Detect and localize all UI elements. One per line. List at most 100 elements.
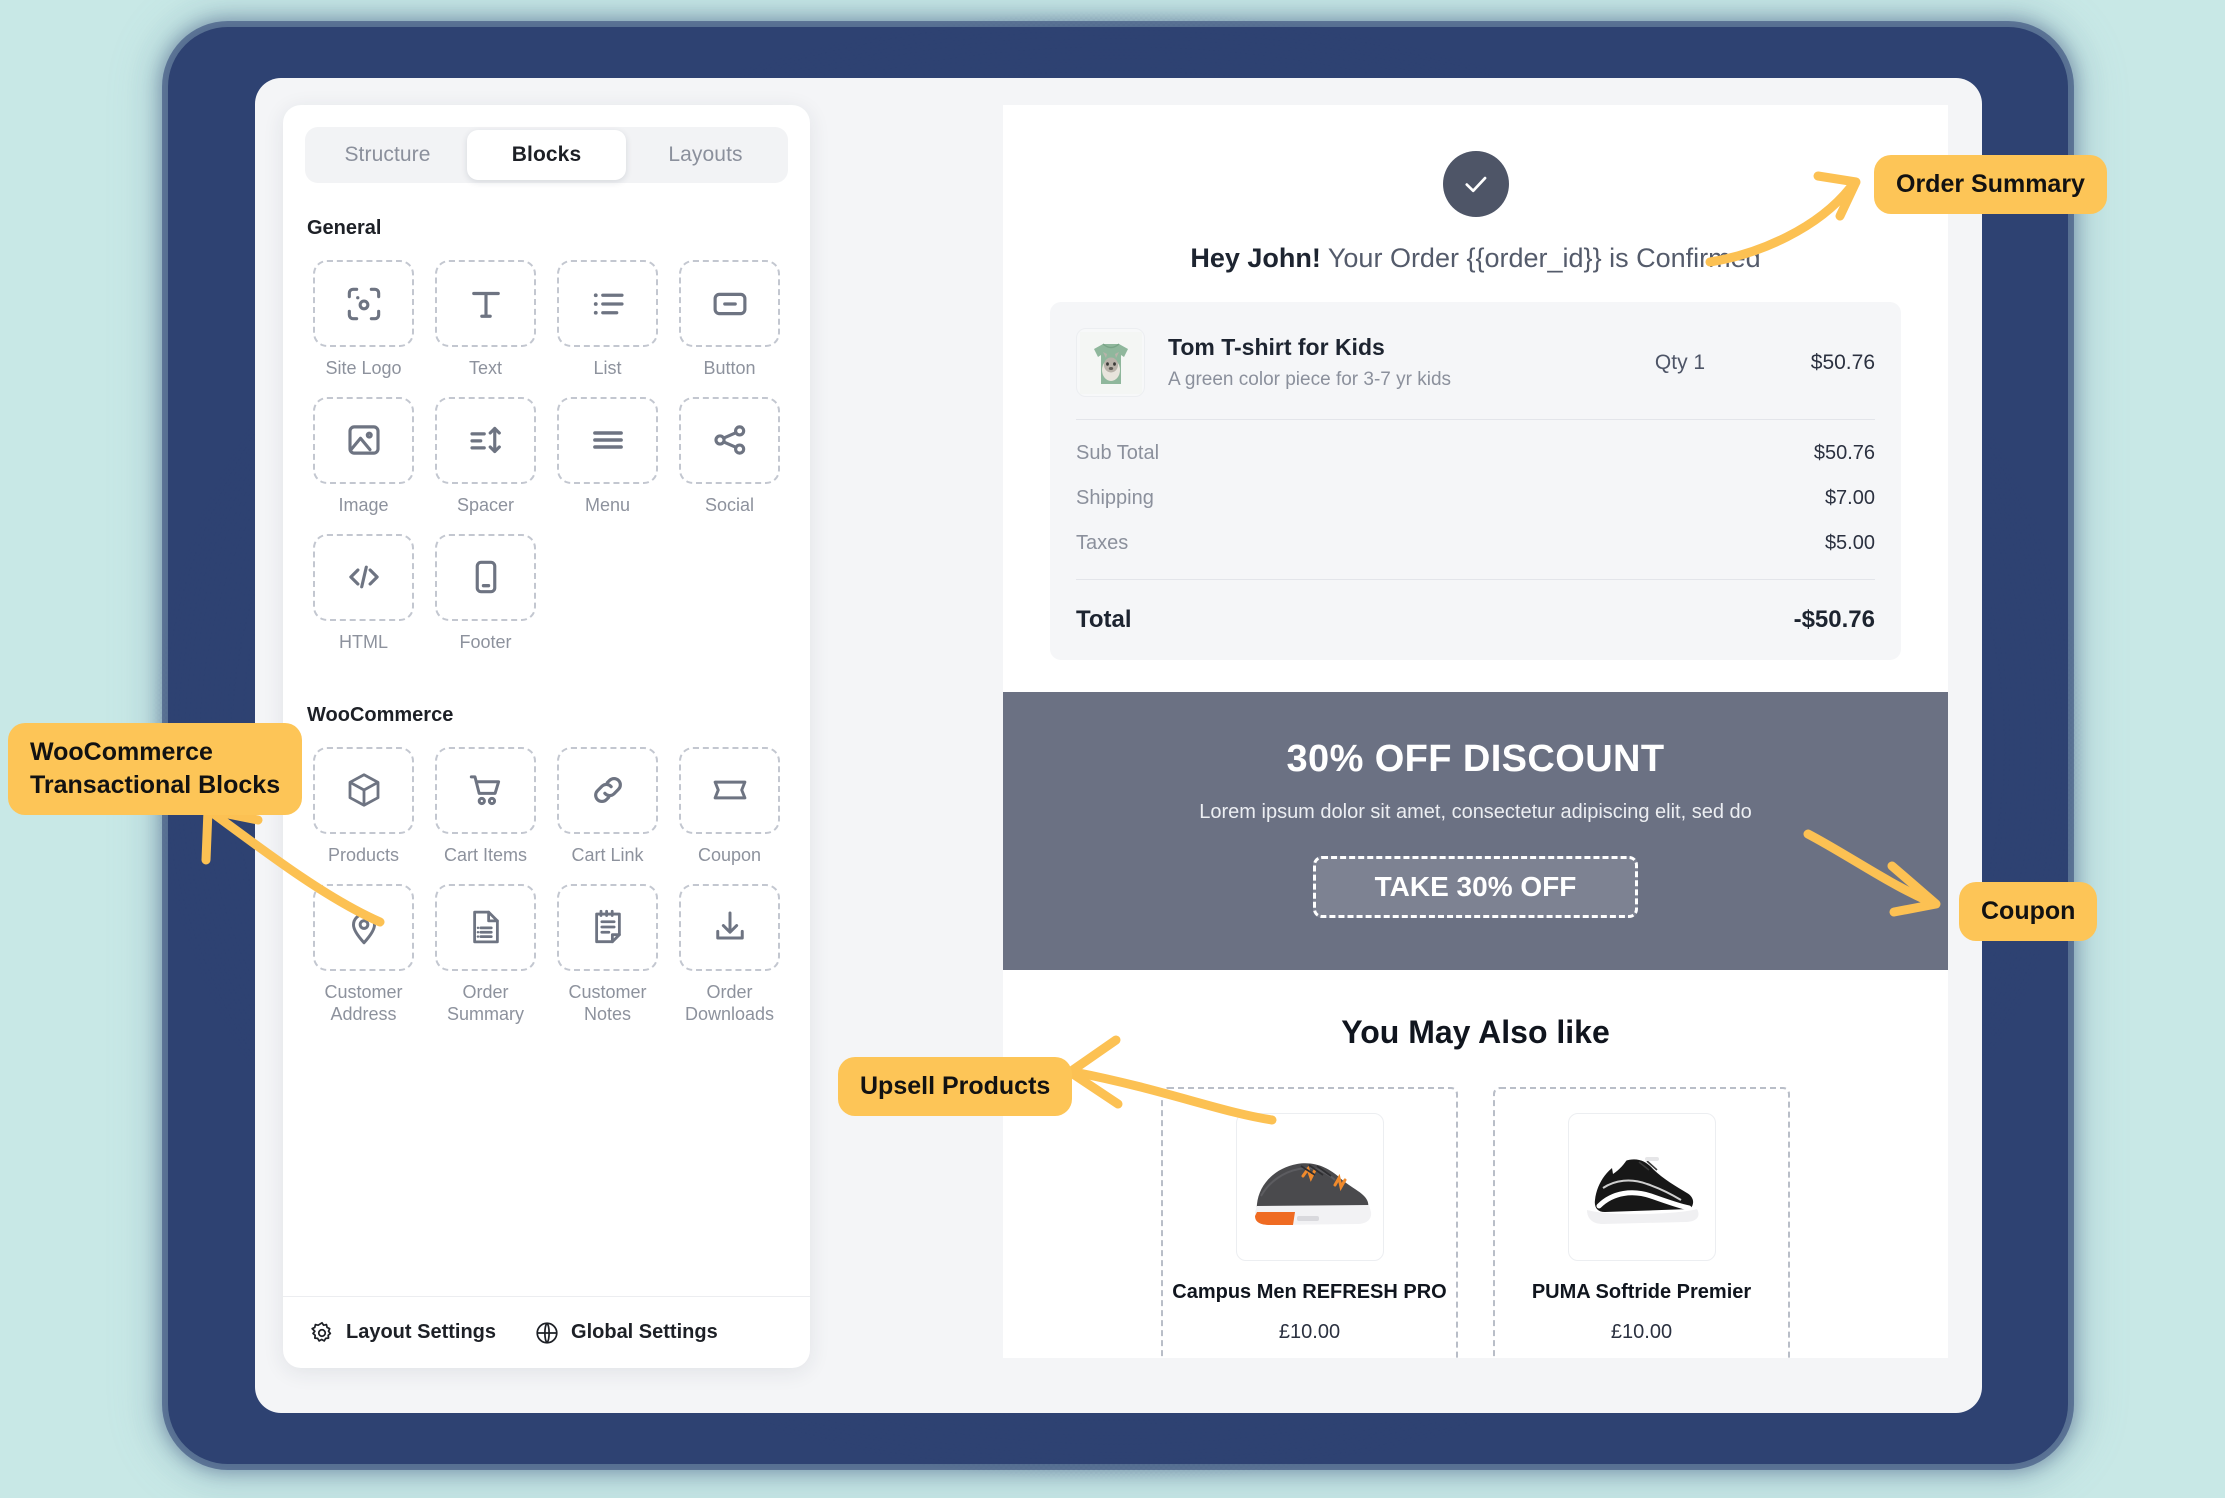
general-blocks-grid: Site Logo Text List Button Image Spacer …: [305, 248, 788, 654]
cart-icon: [435, 746, 536, 834]
block-customer-notes[interactable]: Customer Notes: [549, 872, 666, 1026]
spacer-icon: [435, 396, 536, 484]
block-site-logo[interactable]: Site Logo: [305, 248, 422, 380]
block-spacer[interactable]: Spacer: [427, 385, 544, 517]
block-footer[interactable]: Footer: [427, 522, 544, 654]
block-label: Site Logo: [325, 358, 402, 378]
block-label: List: [593, 358, 622, 378]
product-info: Tom T-shirt for Kids A green color piece…: [1168, 334, 1605, 391]
total-label: Sub Total: [1076, 442, 1160, 464]
block-customer-address[interactable]: Customer Address: [305, 872, 422, 1026]
tab-layouts[interactable]: Layouts: [626, 130, 785, 180]
panel-scroll-area[interactable]: General Site Logo Text List Button Image…: [283, 183, 810, 1296]
link-icon: [557, 746, 658, 834]
block-text[interactable]: Text: [427, 248, 544, 380]
email-preview: Hey John! Your Order {{order_id}} is Con…: [1003, 105, 1948, 1358]
tab-structure[interactable]: Structure: [308, 130, 467, 180]
block-html[interactable]: HTML: [305, 522, 422, 654]
block-label: Order Downloads: [684, 981, 775, 1024]
text-icon: [435, 260, 536, 347]
total-row-shipping: Shipping $7.00: [1076, 465, 1875, 510]
callout-coupon: Coupon: [1959, 882, 2098, 941]
block-label: Text: [468, 358, 502, 378]
take-discount-button[interactable]: TAKE 30% OFF: [1313, 856, 1638, 918]
block-label: Social: [704, 494, 755, 515]
block-label: HTML: [339, 631, 388, 652]
order-summary-block: Tom T-shirt for Kids A green color piece…: [1050, 302, 1901, 660]
greeting-name: Hey John!: [1190, 243, 1321, 273]
upsell-product-name: PUMA Softride Premier: [1531, 1281, 1752, 1303]
total-row-grand: Total -$50.76: [1076, 580, 1875, 634]
block-label: Image: [338, 494, 389, 515]
block-order-downloads[interactable]: Order Downloads: [671, 872, 788, 1026]
block-label: Menu: [584, 494, 631, 515]
map-pin-icon: [313, 883, 414, 971]
product-description: A green color piece for 3-7 yr kids: [1168, 369, 1452, 390]
total-label: Taxes: [1076, 532, 1129, 554]
total-value: $5.00: [1824, 532, 1875, 554]
block-cart-items[interactable]: Cart Items: [427, 735, 544, 867]
product-price: $50.76: [1810, 350, 1875, 374]
callout-order-summary: Order Summary: [1874, 155, 2107, 214]
block-products[interactable]: Products: [305, 735, 422, 867]
total-value: $50.76: [1813, 442, 1875, 464]
total-value: $7.00: [1824, 487, 1875, 509]
menu-icon: [557, 396, 658, 484]
block-list[interactable]: List: [549, 248, 666, 380]
tab-blocks[interactable]: Blocks: [467, 130, 626, 180]
section-heading-general: General: [307, 217, 382, 239]
layout-settings-button[interactable]: Layout Settings: [309, 1320, 496, 1346]
download-icon: [679, 883, 780, 971]
total-row-subtotal: Sub Total $50.76: [1076, 420, 1875, 465]
callout-upsell-products: Upsell Products: [838, 1057, 1073, 1116]
social-share-icon: [679, 396, 780, 484]
upsell-product-price: £10.00: [1278, 1321, 1341, 1343]
block-image[interactable]: Image: [305, 385, 422, 517]
list-icon: [557, 260, 658, 347]
grand-total-label: Total: [1076, 606, 1132, 633]
black-white-sneaker-image: [1567, 1113, 1716, 1261]
block-button[interactable]: Button: [671, 248, 788, 380]
block-menu[interactable]: Menu: [549, 385, 666, 517]
upsell-card[interactable]: Campus Men REFRESH PRO £10.00 Buy Now: [1161, 1087, 1458, 1358]
block-label: Products: [327, 844, 400, 865]
code-icon: [313, 533, 414, 621]
block-label: Coupon: [697, 844, 762, 865]
order-line-item: Tom T-shirt for Kids A green color piece…: [1076, 328, 1875, 397]
footer-icon: [435, 533, 536, 621]
block-label: Cart Items: [443, 844, 527, 865]
product-quantity: Qty 1: [1654, 350, 1706, 374]
block-label: Spacer: [456, 494, 515, 515]
block-label: Order Summary: [446, 981, 524, 1024]
upsell-card[interactable]: PUMA Softride Premier £10.00 Buy Now: [1493, 1087, 1790, 1358]
block-cart-link[interactable]: Cart Link: [549, 735, 666, 867]
product-name: Tom T-shirt for Kids: [1168, 334, 1385, 360]
green-tshirt-thumbnail: [1076, 328, 1145, 397]
greeting-rest: Your Order {{order_id}} is Confirmed: [1320, 243, 1761, 273]
panel-tabs: Structure Blocks Layouts: [305, 127, 788, 183]
block-label: Button: [703, 358, 756, 378]
block-label: Footer: [459, 631, 512, 652]
section-heading-woocommerce: WooCommerce: [307, 703, 454, 726]
block-social[interactable]: Social: [671, 385, 788, 517]
block-label: Customer Notes: [568, 981, 647, 1024]
gear-icon: [309, 1320, 335, 1346]
total-label: Shipping: [1076, 487, 1154, 509]
upsell-products-block: Campus Men REFRESH PRO £10.00 Buy Now: [1003, 1087, 1948, 1358]
upsell-product-name: Campus Men REFRESH PRO: [1172, 1281, 1447, 1303]
block-label: Customer Address: [324, 981, 403, 1024]
promo-title: 30% OFF DISCOUNT: [1286, 738, 1665, 780]
block-label: Cart Link: [571, 844, 644, 865]
globe-icon: [534, 1320, 560, 1346]
callout-woocommerce-transactional-blocks: WooCommerce Transactional Blocks: [8, 723, 303, 815]
block-order-summary[interactable]: Order Summary: [427, 872, 544, 1026]
global-settings-button[interactable]: Global Settings: [534, 1320, 718, 1346]
ticket-icon: [679, 746, 780, 834]
layout-settings-label: Layout Settings: [346, 1321, 497, 1343]
block-coupon[interactable]: Coupon: [671, 735, 788, 867]
panel-footer: Layout Settings Global Settings: [283, 1296, 810, 1368]
box-icon: [313, 746, 414, 834]
grey-orange-sneaker-image: [1235, 1113, 1384, 1261]
upsell-product-price: £10.00: [1610, 1321, 1673, 1343]
promo-subtitle: Lorem ipsum dolor sit amet, consectetur …: [1199, 801, 1752, 823]
